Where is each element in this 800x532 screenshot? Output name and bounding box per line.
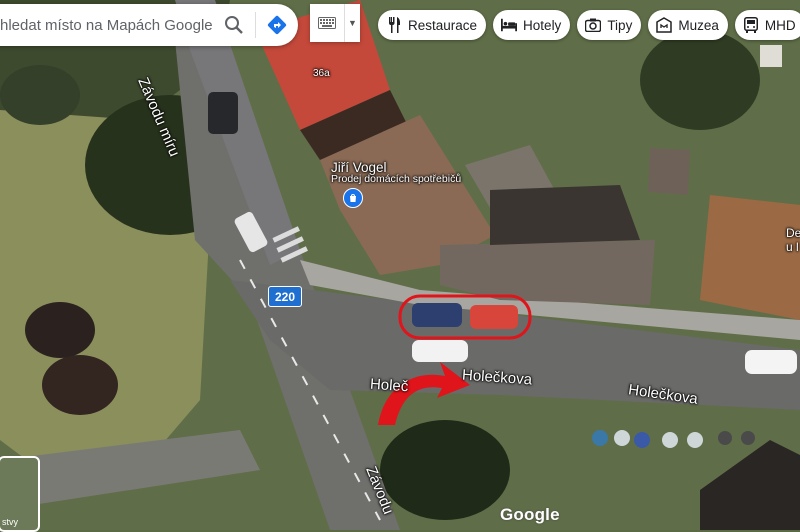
bus-icon (743, 17, 759, 33)
layers-toggle[interactable]: stvy (0, 456, 40, 532)
keyboard-icon[interactable] (310, 17, 344, 29)
search-icon[interactable] (219, 10, 249, 40)
chip-muzea[interactable]: Muzea (648, 10, 728, 40)
house-number-label: 36a (313, 68, 330, 79)
building-right-brown (700, 195, 800, 320)
camera-icon (585, 17, 602, 33)
directions-icon[interactable] (262, 10, 292, 40)
car-red (470, 305, 518, 329)
building-small (760, 45, 782, 67)
search-input[interactable]: hledat místo na Mapách Google (0, 17, 219, 34)
satellite-map[interactable] (0, 0, 800, 530)
category-chips: Restaurace Hotely Tipy Muzea MHD (378, 10, 800, 40)
tree (0, 65, 80, 125)
edge-label-bottom: u l (786, 240, 799, 254)
car-dark (208, 92, 238, 134)
layers-label: stvy (2, 517, 19, 527)
chip-label: MHD (764, 17, 796, 33)
search-box[interactable]: hledat místo na Mapách Google (0, 4, 298, 46)
chip-label: Tipy (607, 17, 633, 33)
poi-subtitle[interactable]: Prodej domácích spotřebičů (331, 173, 461, 185)
chip-label: Hotely (523, 17, 562, 33)
chip-label: Restaurace (408, 17, 478, 33)
input-tools-button[interactable]: ▼ (310, 4, 360, 42)
fork-knife-icon (386, 17, 402, 33)
tree (640, 30, 760, 130)
museum-icon (656, 17, 673, 33)
shopping-bag-icon[interactable] (343, 188, 363, 208)
car-white-right (745, 350, 797, 374)
bed-icon (501, 17, 518, 33)
tree (42, 355, 118, 415)
tree (380, 420, 510, 520)
chevron-down-icon[interactable]: ▼ (344, 4, 360, 42)
car-white (412, 340, 468, 362)
chip-mhd[interactable]: MHD (734, 10, 800, 40)
google-logo: Google (500, 505, 560, 524)
edge-label-top: De (786, 226, 800, 240)
building-small-right (648, 148, 690, 195)
chip-label: Muzea (678, 17, 719, 33)
car-blue (412, 303, 462, 327)
chip-tipy[interactable]: Tipy (577, 10, 642, 40)
street-label-holeckova-left: Holeč (369, 375, 409, 396)
chip-restaurace[interactable]: Restaurace (378, 10, 487, 40)
route-number-badge: 220 (268, 286, 302, 307)
tree (25, 302, 95, 358)
chip-hotely[interactable]: Hotely (493, 10, 571, 40)
building-dark-center (490, 185, 640, 245)
